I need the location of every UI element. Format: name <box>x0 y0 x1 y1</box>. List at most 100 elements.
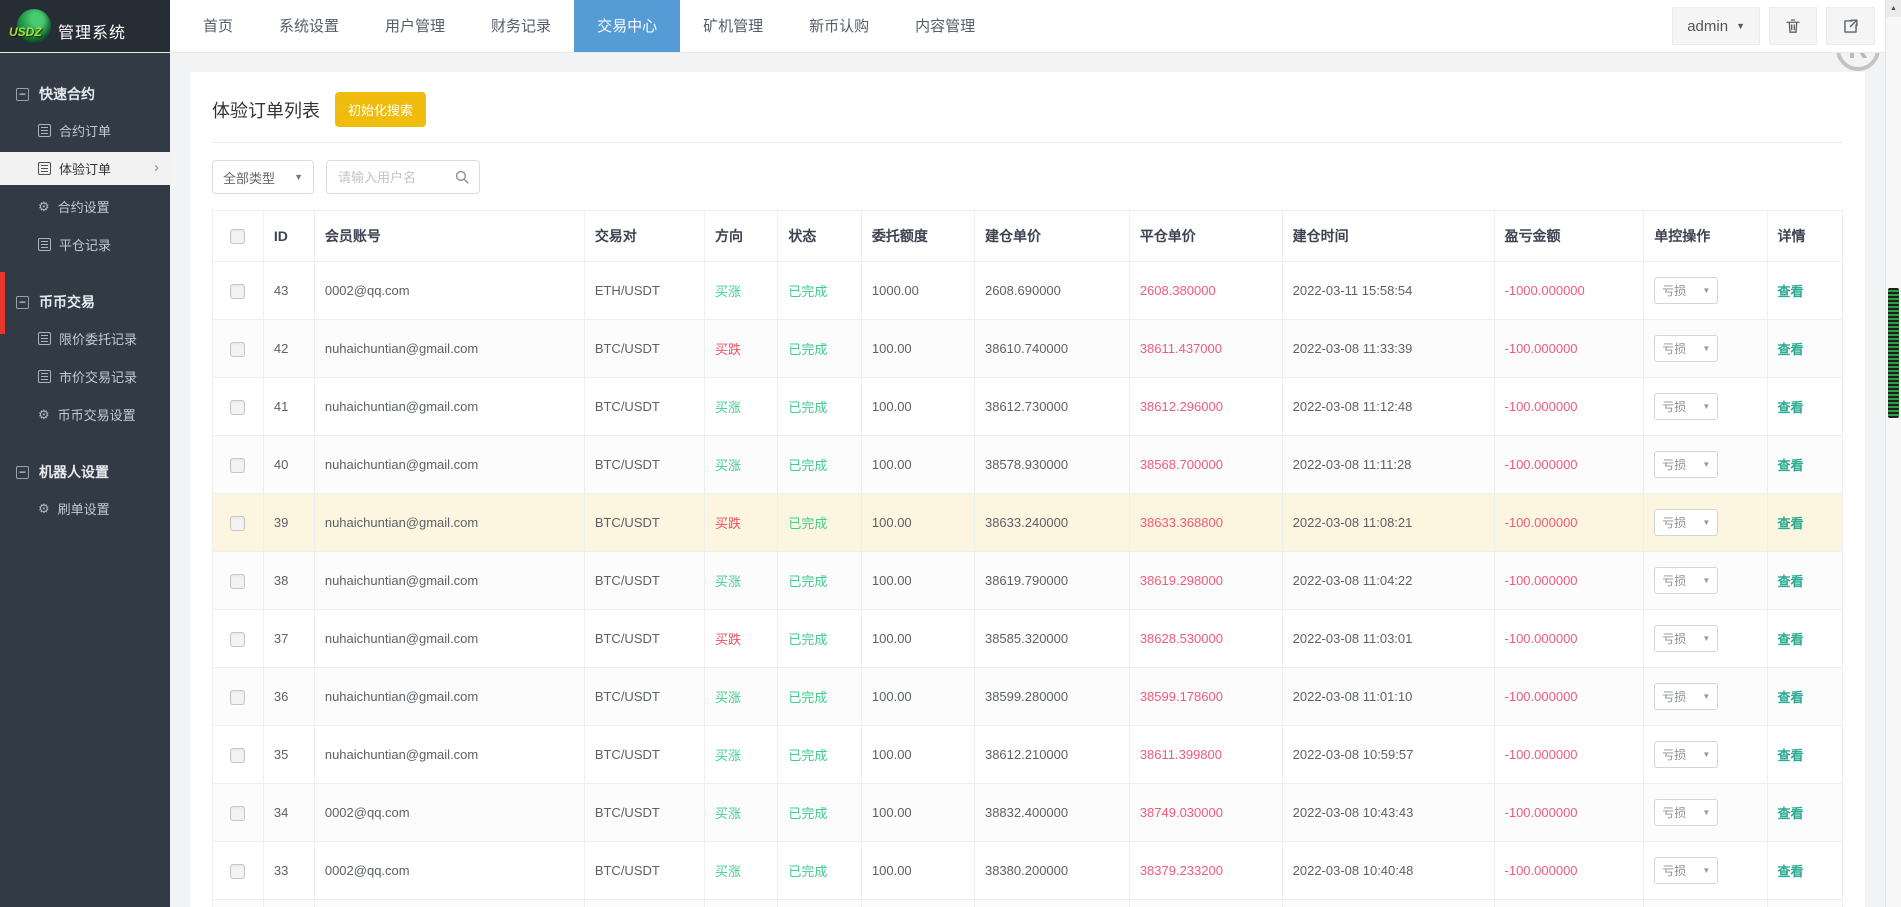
column-header: 状态 <box>777 210 862 262</box>
cell-account: nuhaichuntian@gmail.com <box>313 377 585 436</box>
cell-status: 已完成 <box>777 261 862 320</box>
view-detail-link[interactable]: 查看 <box>1778 748 1804 763</box>
view-detail-link[interactable]: 查看 <box>1778 864 1804 879</box>
cell-pair: BTC/USDT <box>583 899 706 907</box>
select-all-checkbox[interactable] <box>230 229 246 245</box>
view-detail-link[interactable]: 查看 <box>1778 690 1804 705</box>
caret-down-icon: ▼ <box>294 172 303 182</box>
cell-detail: 查看 <box>1766 899 1844 907</box>
cell-amount: 100.00 <box>860 783 975 842</box>
cell-select <box>212 667 264 726</box>
table-row: 43 0002@qq.com ETH/USDT 买涨 已完成 1000.00 2608.69… <box>212 261 1844 320</box>
view-detail-link[interactable]: 查看 <box>1778 400 1804 415</box>
control-select[interactable]: 亏损 ▼ <box>1654 567 1719 594</box>
reset-search-button[interactable]: 初始化搜索 <box>335 92 427 127</box>
top-nav-item[interactable]: 首页 <box>180 0 256 52</box>
top-nav-item[interactable]: 系统设置 <box>256 0 362 52</box>
row-checkbox[interactable] <box>230 805 246 821</box>
view-detail-link[interactable]: 查看 <box>1778 806 1804 821</box>
admin-dropdown-button[interactable]: admin ▼ <box>1672 7 1760 45</box>
cell-direction: 买涨 <box>704 783 779 842</box>
sidebar-item[interactable]: 平仓记录 <box>0 228 170 261</box>
sidebar-item[interactable]: ⚙ 刷单设置 <box>0 492 170 525</box>
cell-open-time: 2022-03-08 11:11:28 <box>1281 435 1495 494</box>
cell-account: nuhaichuntian@gmail.com <box>313 609 585 668</box>
row-checkbox[interactable] <box>230 631 246 647</box>
control-select[interactable]: 亏损 ▼ <box>1654 393 1719 420</box>
username-search-input[interactable] <box>336 168 448 186</box>
search-icon[interactable] <box>454 169 470 185</box>
cell-direction: 买涨 <box>704 725 779 784</box>
row-checkbox[interactable] <box>230 283 246 299</box>
sidebar-item[interactable]: ⚙ 币币交易设置 <box>0 398 170 431</box>
sidebar-section-title[interactable]: − 快速合约 <box>0 79 170 109</box>
control-select[interactable]: 亏损 ▼ <box>1654 857 1719 884</box>
table-row: 36 nuhaichuntian@gmail.com BTC/USDT 买涨 已完成 10… <box>212 667 1844 726</box>
cell-open-price: 38390.650000 <box>973 899 1130 907</box>
row-checkbox[interactable] <box>230 689 246 705</box>
cell-profit: -100.000000 <box>1493 551 1645 610</box>
control-select[interactable]: 亏损 ▼ <box>1654 451 1719 478</box>
view-detail-link[interactable]: 查看 <box>1778 342 1804 357</box>
cell-profit: -100.000000 <box>1493 435 1645 494</box>
row-checkbox[interactable] <box>230 515 246 531</box>
top-nav-item[interactable]: 交易中心 <box>574 0 681 52</box>
row-checkbox[interactable] <box>230 573 246 589</box>
sidebar-item[interactable]: 合约订单 <box>0 114 170 147</box>
view-detail-link[interactable]: 查看 <box>1778 458 1804 473</box>
cell-control: 亏损 ▼ <box>1643 783 1768 842</box>
top-nav-item[interactable]: 内容管理 <box>892 0 998 52</box>
sidebar-item[interactable]: 限价委托记录 <box>0 322 170 355</box>
logout-button[interactable] <box>1826 7 1875 45</box>
control-select[interactable]: 亏损 ▼ <box>1654 741 1719 768</box>
control-select[interactable]: 亏损 ▼ <box>1654 509 1719 536</box>
vertical-scrollbar[interactable]: ▲ <box>1885 0 1901 907</box>
table-row: 33 0002@qq.com BTC/USDT 买涨 已完成 100.00 38380.20… <box>212 841 1844 900</box>
control-select[interactable]: 亏损 ▼ <box>1654 625 1719 652</box>
cell-detail: 查看 <box>1766 261 1844 320</box>
cell-account: nuhaichuntian@gmail.com <box>313 435 585 494</box>
top-nav-item[interactable]: 矿机管理 <box>680 0 786 52</box>
row-checkbox[interactable] <box>230 863 246 879</box>
sidebar-item[interactable]: 体验订单 <box>0 152 170 185</box>
top-nav-item[interactable]: 新币认购 <box>786 0 892 52</box>
control-select[interactable]: 亏损 ▼ <box>1654 799 1719 826</box>
cell-open-time: 2022-03-08 10:34:26 <box>1281 899 1495 907</box>
row-checkbox[interactable] <box>230 457 246 473</box>
view-detail-link[interactable]: 查看 <box>1778 284 1804 299</box>
cell-account: nuhaichuntian@gmail.com <box>313 725 585 784</box>
type-filter-value: 全部类型 <box>223 170 276 186</box>
header-divider <box>212 142 1843 143</box>
row-checkbox[interactable] <box>230 747 246 763</box>
sidebar-section-title[interactable]: − 机器人设置 <box>0 457 170 487</box>
control-select[interactable]: 亏损 ▼ <box>1654 277 1719 304</box>
cell-close-price: 38633.368800 <box>1128 493 1283 552</box>
collapse-minus-icon: − <box>16 295 29 309</box>
control-select[interactable]: 亏损 ▼ <box>1654 683 1719 710</box>
scrollbar-up-arrow[interactable]: ▲ <box>1886 0 1901 17</box>
top-nav-item[interactable]: 财务记录 <box>468 0 574 52</box>
brand-logo-text: USDZ <box>9 25 42 39</box>
view-detail-link[interactable]: 查看 <box>1778 632 1804 647</box>
cell-detail: 查看 <box>1766 435 1844 494</box>
header-select-cell <box>212 210 264 262</box>
sidebar-item[interactable]: ⚙ 合约设置 <box>0 190 170 223</box>
list-icon <box>38 124 51 137</box>
cell-detail: 查看 <box>1766 725 1844 784</box>
scrollbar-thumb[interactable] <box>1888 288 1899 418</box>
top-nav-item[interactable]: 用户管理 <box>362 0 468 52</box>
row-checkbox[interactable] <box>230 341 246 357</box>
row-checkbox[interactable] <box>230 399 246 415</box>
cell-open-time: 2022-03-08 11:01:10 <box>1281 667 1495 726</box>
cell-select <box>212 899 264 907</box>
view-detail-link[interactable]: 查看 <box>1778 574 1804 589</box>
trash-button[interactable] <box>1769 7 1817 45</box>
sidebar-section-title[interactable]: − 币币交易 <box>0 287 170 317</box>
table-row: 35 nuhaichuntian@gmail.com BTC/USDT 买涨 已完成 10… <box>212 725 1844 784</box>
sidebar-item[interactable]: 市价交易记录 <box>0 360 170 393</box>
control-select[interactable]: 亏损 ▼ <box>1654 335 1719 362</box>
view-detail-link[interactable]: 查看 <box>1778 516 1804 531</box>
control-select-value: 亏损 <box>1662 806 1687 820</box>
type-filter-select[interactable]: 全部类型 ▼ <box>212 160 314 194</box>
column-header: 会员账号 <box>313 210 585 262</box>
